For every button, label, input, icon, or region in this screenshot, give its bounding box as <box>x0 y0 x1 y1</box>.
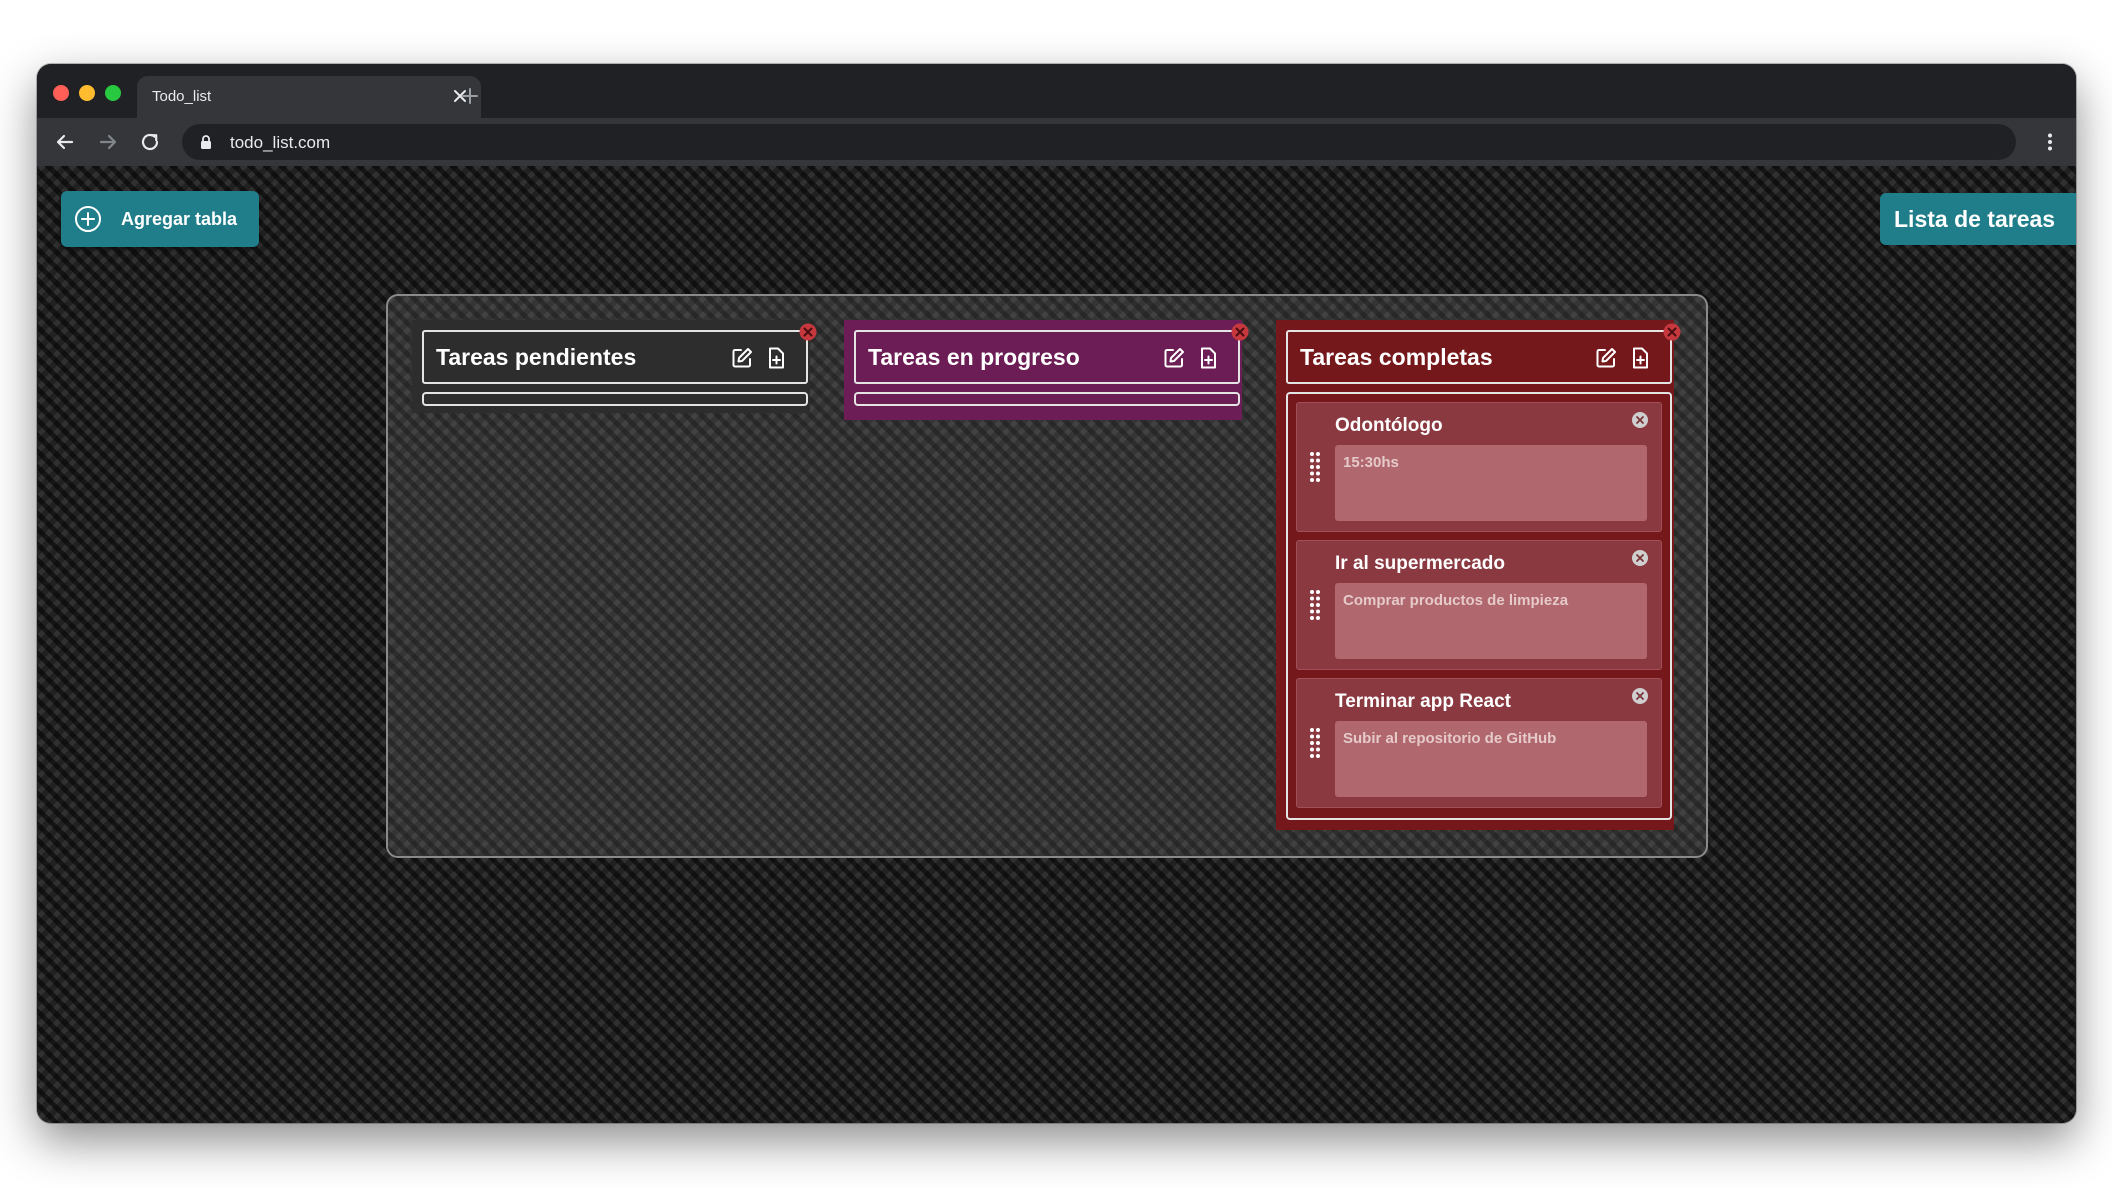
column-header: Tareas pendientes <box>422 323 817 384</box>
edit-icon[interactable] <box>1162 346 1186 370</box>
column-title: Tareas pendientes <box>436 344 637 370</box>
drag-handle-icon[interactable] <box>1309 451 1321 483</box>
add-table-label: Agregar tabla <box>121 209 238 229</box>
board-container: Tareas pendientes Tareas en progreso Tar… <box>386 294 1708 858</box>
close-icon[interactable] <box>1631 549 1649 567</box>
tab-todo-list[interactable]: Todo_list <box>137 76 481 118</box>
page-title: Lista de tareas <box>1880 193 2076 245</box>
column-header: Tareas completas <box>1286 323 1681 384</box>
card-description[interactable]: Subir al repositorio de GitHub <box>1335 721 1647 797</box>
close-icon[interactable] <box>1631 687 1649 705</box>
column-header: Tareas en progreso <box>854 323 1249 384</box>
column-title: Tareas completas <box>1300 344 1493 370</box>
column-pending: Tareas pendientes <box>412 320 817 413</box>
add-card-file-icon[interactable] <box>1628 346 1652 370</box>
column-title: Tareas en progreso <box>868 344 1080 370</box>
tab-title: Todo_list <box>152 88 212 105</box>
url-text[interactable]: todo_list.com <box>230 133 330 153</box>
delete-column-icon[interactable] <box>1230 322 1250 342</box>
column-dropzone[interactable] <box>854 392 1240 406</box>
column-completed: Tareas completas Odontólogo 15:30hs Ir a… <box>1276 320 1681 830</box>
edit-icon[interactable] <box>730 346 754 370</box>
plus-icon[interactable] <box>457 83 483 109</box>
task-card[interactable]: Odontólogo 15:30hs <box>1296 402 1662 532</box>
forward-arrow-icon[interactable] <box>94 128 122 156</box>
address-bar[interactable]: todo_list.com <box>182 124 2016 160</box>
delete-column-icon[interactable] <box>798 322 818 342</box>
task-card[interactable]: Ir al supermercado Comprar productos de … <box>1296 540 1662 670</box>
column-in-progress: Tareas en progreso <box>844 320 1249 420</box>
browser-toolbar: todo_list.com <box>37 118 2076 166</box>
drag-handle-icon[interactable] <box>1309 727 1321 759</box>
delete-column-icon[interactable] <box>1662 322 1682 342</box>
lock-icon[interactable] <box>198 134 214 150</box>
card-title: Terminar app React <box>1335 691 1511 712</box>
column-dropzone[interactable] <box>422 392 808 406</box>
add-card-file-icon[interactable] <box>764 346 788 370</box>
card-title: Ir al supermercado <box>1335 553 1506 574</box>
tab-strip: Todo_list <box>37 64 2076 118</box>
browser-window: Todo_list todo_list.com Agregar tabla Li… <box>37 64 2076 1123</box>
edit-icon[interactable] <box>1594 346 1618 370</box>
back-arrow-icon[interactable] <box>51 128 79 156</box>
plus-circle-icon <box>74 205 102 233</box>
reload-icon[interactable] <box>136 128 164 156</box>
close-icon[interactable] <box>1631 411 1649 429</box>
page-title-label: Lista de tareas <box>1894 206 2056 232</box>
task-card[interactable]: Terminar app React Subir al repositorio … <box>1296 678 1662 808</box>
card-title: Odontólogo <box>1335 415 1443 436</box>
maximize-window-button[interactable] <box>105 85 121 101</box>
add-card-file-icon[interactable] <box>1196 346 1220 370</box>
drag-handle-icon[interactable] <box>1309 589 1321 621</box>
kebab-menu-icon[interactable] <box>2036 128 2064 156</box>
page-viewport: Agregar tabla Lista de tareas Tareas pen… <box>37 166 2076 1123</box>
close-window-button[interactable] <box>53 85 69 101</box>
card-description[interactable]: Comprar productos de limpieza <box>1335 583 1647 659</box>
column-dropzone[interactable]: Odontólogo 15:30hs Ir al supermercado Co… <box>1286 392 1672 820</box>
card-description[interactable]: 15:30hs <box>1335 445 1647 521</box>
minimize-window-button[interactable] <box>79 85 95 101</box>
add-table-button[interactable]: Agregar tabla <box>61 191 259 247</box>
